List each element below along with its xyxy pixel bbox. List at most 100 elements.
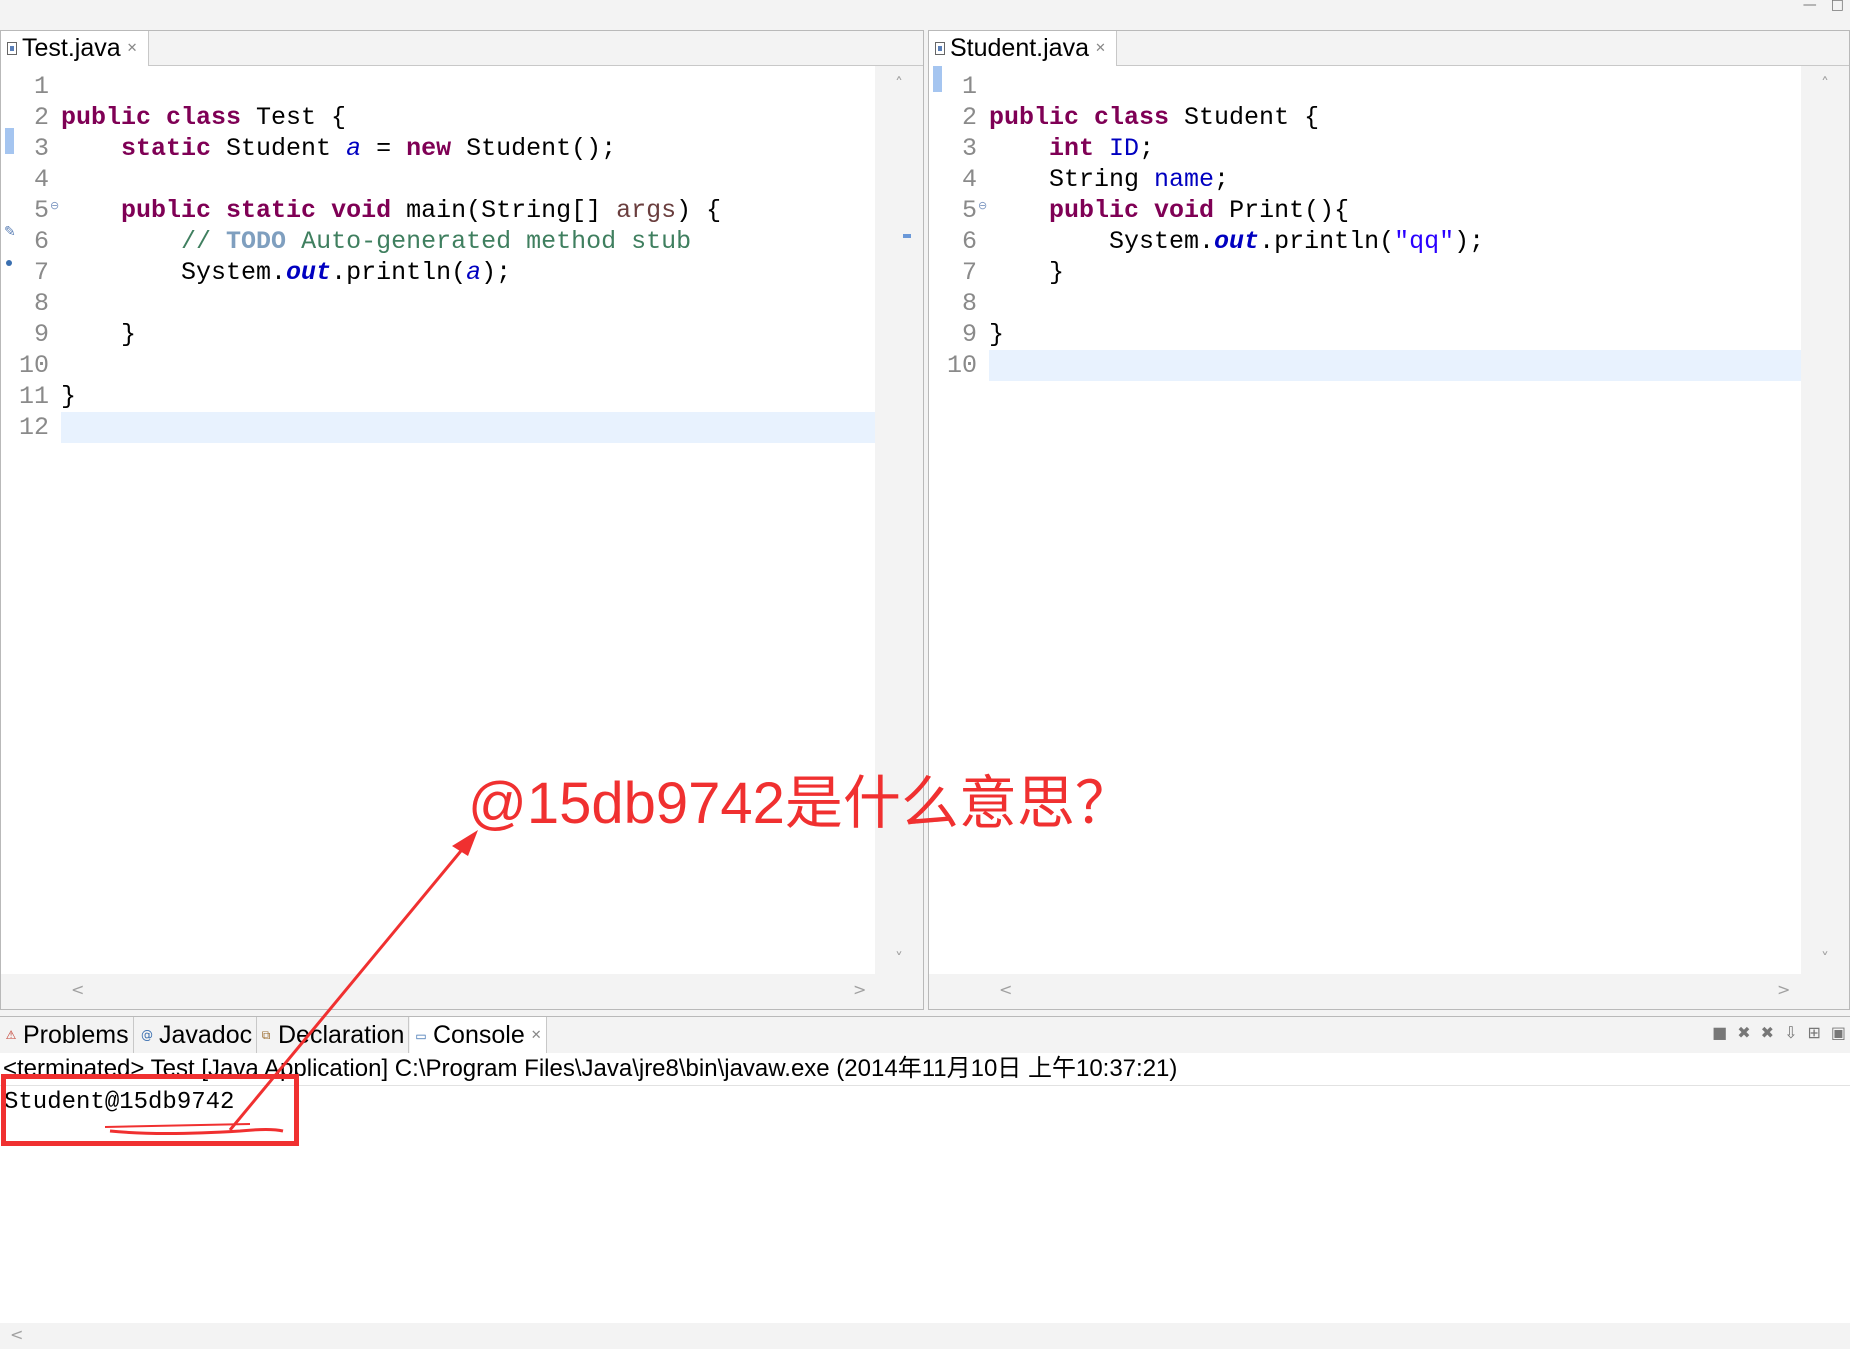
code-token: .println( [1259, 227, 1395, 256]
code-token: a [346, 134, 362, 163]
overview-ruler-mark[interactable] [903, 234, 911, 238]
tab-problems[interactable]: ⚠ Problems [0, 1017, 134, 1053]
code-line[interactable]: public class Test { [61, 102, 875, 133]
javadoc-icon: @ [141, 1028, 153, 1042]
code-token: } [989, 258, 1065, 287]
line-number: 10 [946, 351, 977, 380]
java-file-icon [935, 42, 945, 55]
scroll-lock-icon[interactable]: ⇩ [1784, 1023, 1797, 1042]
breakpoint-icon[interactable] [6, 260, 12, 266]
vertical-scrollbar[interactable]: ˄ ˅ [1801, 66, 1849, 974]
scroll-left-icon[interactable]: < [71, 980, 84, 999]
horizontal-scrollbar[interactable]: < > [929, 974, 1849, 1009]
tab-declaration[interactable]: ⧉ Declaration [255, 1017, 410, 1053]
code-line[interactable]: } [989, 319, 1801, 350]
pin-console-icon[interactable]: ⊞ [1807, 1023, 1820, 1042]
code-line[interactable]: public class Student { [989, 102, 1801, 133]
tab-console[interactable]: ▭ Console ✕ [410, 1017, 547, 1054]
tab-test-java[interactable]: Test.java ✕ [1, 31, 149, 66]
code-line[interactable] [61, 288, 875, 319]
line-number: 5 [33, 196, 49, 225]
scroll-down-icon[interactable]: ˅ [1801, 949, 1849, 968]
code-line[interactable]: static Student a = new Student(); [61, 133, 875, 164]
code-token: main(String[] [391, 196, 617, 225]
close-icon[interactable]: ✕ [127, 41, 138, 56]
code-line[interactable] [989, 350, 1801, 381]
line-number: 11 [18, 382, 49, 411]
line-number: 4 [961, 165, 977, 194]
fold-toggle-icon[interactable]: ⊖ [50, 190, 59, 221]
code-line[interactable] [61, 412, 875, 443]
horizontal-scrollbar[interactable]: < > [1, 974, 923, 1009]
tab-label: Test.java [22, 34, 121, 62]
line-number: 8 [33, 289, 49, 318]
code-line[interactable]: } [61, 319, 875, 350]
scroll-down-icon[interactable]: ˅ [875, 949, 923, 968]
editor-tabbar: Test.java ✕ [1, 31, 923, 66]
code-line[interactable]: System.out.println(a); [61, 257, 875, 288]
code-token: public [61, 103, 152, 132]
code-token: public [121, 196, 212, 225]
window-controls: — □ [1803, 0, 1844, 12]
code-line[interactable] [61, 164, 875, 195]
line-number: 10 [18, 351, 49, 380]
code-line[interactable] [989, 288, 1801, 319]
close-icon[interactable]: ✕ [531, 1028, 542, 1043]
code-token: class [166, 103, 242, 132]
code-token: Student(); [451, 134, 617, 163]
code-token: Print(){ [1214, 196, 1350, 225]
tab-label: Javadoc [159, 1020, 253, 1049]
code-line[interactable]: System.out.println("qq"); [989, 226, 1801, 257]
code-token: } [61, 320, 137, 349]
code-line[interactable]: } [61, 381, 875, 412]
code-line[interactable] [989, 71, 1801, 102]
remove-all-terminated-icon[interactable]: ✖ [1761, 1023, 1774, 1042]
code-token: static [226, 196, 317, 225]
code-token: .println( [331, 258, 467, 287]
code-token: "qq" [1394, 227, 1455, 256]
minimize-icon[interactable]: — [1803, 0, 1817, 12]
annotation-question-text: @15db9742是什么意思？ [468, 771, 1133, 836]
restore-icon[interactable]: □ [1831, 0, 1844, 12]
code-token: static [121, 134, 212, 163]
code-token: void [1154, 196, 1215, 225]
code-line[interactable] [61, 350, 875, 381]
terminate-icon[interactable]: ■ [1712, 1023, 1727, 1042]
line-number: 7 [961, 258, 977, 287]
code-line[interactable]: public void Print(){ [989, 195, 1801, 226]
code-token: ); [481, 258, 512, 287]
line-number: 2 [33, 103, 49, 132]
code-token: int [1049, 134, 1095, 163]
code-line[interactable]: } [989, 257, 1801, 288]
scroll-up-icon[interactable]: ˄ [875, 74, 923, 93]
code-line[interactable]: int ID; [989, 133, 1801, 164]
horizontal-scrollbar[interactable]: < [0, 1323, 1850, 1349]
scroll-left-icon[interactable]: < [10, 1325, 23, 1344]
view-tabbar: ⚠ Problems @ Javadoc ⧉ Declaration ▭ Con… [0, 1017, 1850, 1054]
code-token: Test { [241, 103, 347, 132]
tab-javadoc[interactable]: @ Javadoc [136, 1017, 258, 1053]
close-icon[interactable]: ✕ [1095, 41, 1106, 56]
display-console-icon[interactable]: ▣ [1831, 1023, 1846, 1042]
scroll-up-icon[interactable]: ˄ [1801, 74, 1849, 93]
code-line[interactable]: public static void main(String[] args) { [61, 195, 875, 226]
code-line[interactable] [61, 71, 875, 102]
code-line[interactable]: // TODO Auto-generated method stub [61, 226, 875, 257]
code-line[interactable]: String name; [989, 164, 1801, 195]
code-token: name [1154, 165, 1215, 194]
problems-icon: ⚠ [5, 1028, 17, 1042]
scroll-right-icon[interactable]: > [853, 980, 866, 999]
fold-toggle-icon[interactable]: ⊖ [978, 190, 987, 221]
code-token: Student [211, 134, 347, 163]
remove-launch-icon[interactable]: ✖ [1737, 1023, 1750, 1042]
console-view: ⚠ Problems @ Javadoc ⧉ Declaration ▭ Con… [0, 1016, 1850, 1349]
scroll-left-icon[interactable]: < [999, 980, 1012, 999]
code-token: args [616, 196, 677, 225]
code-token: class [1094, 103, 1170, 132]
tab-student-java[interactable]: Student.java ✕ [929, 31, 1117, 66]
scroll-right-icon[interactable]: > [1777, 980, 1790, 999]
